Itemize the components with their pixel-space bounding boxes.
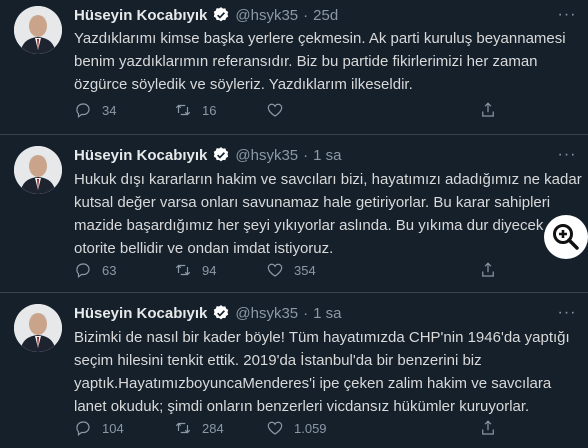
tweet[interactable]: Hüseyin Kocabıyık @hsyk35 · 25d ··· Yazd… <box>0 0 588 135</box>
tweet-text: Bizimki de nasıl bir kader böyle! Tüm ha… <box>74 326 574 418</box>
like-icon <box>267 103 283 117</box>
reply-button[interactable]: 63 <box>74 260 116 280</box>
like-icon <box>267 263 283 277</box>
avatar[interactable] <box>14 6 62 54</box>
tweet-text-line: lanet okuduk; şimdi onların benzerleri v… <box>74 398 530 415</box>
share-button[interactable] <box>479 100 497 120</box>
tweet-text-line: seçim hilesini tenkit ettik. 2019'da İst… <box>74 352 482 369</box>
avatar[interactable] <box>14 146 62 194</box>
tweet-timestamp[interactable]: 1 sa <box>313 147 341 164</box>
tweet[interactable]: Hüseyin Kocabıyık @hsyk35 · 1 sa ··· Huk… <box>0 134 588 293</box>
verified-badge-icon <box>214 7 229 22</box>
reply-count: 104 <box>102 420 124 436</box>
retweet-button[interactable]: 16 <box>174 100 216 120</box>
tweet-text-line: Hukuk dışı kararların hakim ve savcıları… <box>74 171 582 188</box>
like-button[interactable] <box>266 100 294 120</box>
author-handle[interactable]: @hsyk35 <box>235 147 298 164</box>
reply-icon <box>76 263 90 278</box>
more-options-button[interactable]: ··· <box>556 147 578 168</box>
share-icon <box>482 420 494 435</box>
retweet-count: 94 <box>202 262 217 278</box>
retweet-count: 16 <box>202 102 217 118</box>
like-count: 1.059 <box>294 420 327 436</box>
reply-button[interactable]: 104 <box>74 418 124 438</box>
retweet-count: 284 <box>202 420 224 436</box>
avatar[interactable] <box>14 304 62 352</box>
like-button[interactable]: 354 <box>266 260 316 280</box>
reply-icon <box>76 421 90 436</box>
zoom-in-icon <box>553 224 579 250</box>
tweet-timestamp[interactable]: 1 sa <box>313 305 341 322</box>
tweet-text: Hukuk dışı kararların hakim ve savcıları… <box>74 168 582 260</box>
retweet-button[interactable]: 284 <box>174 418 224 438</box>
tweet-text-line: kutsal değer varsa onları savunamaz hale… <box>74 194 551 211</box>
tweet-text-line: benim yazdıklarımın referansıdır. Biz bu… <box>74 53 538 70</box>
retweet-button[interactable]: 94 <box>174 260 216 280</box>
reply-icon <box>76 103 90 118</box>
tweet[interactable]: Hüseyin Kocabıyık @hsyk35 · 1 sa ··· Biz… <box>0 292 588 448</box>
tweet-text: Yazdıklarımı kimse başka yerlere çekmesi… <box>74 27 574 96</box>
author-name[interactable]: Hüseyin Kocabıyık <box>74 7 207 24</box>
zoom-button[interactable] <box>544 215 588 259</box>
separator-dot: · <box>303 6 309 24</box>
author-handle[interactable]: @hsyk35 <box>235 7 298 24</box>
like-count: 354 <box>294 262 316 278</box>
like-icon <box>267 421 283 435</box>
tweet-timestamp[interactable]: 25d <box>313 7 338 24</box>
retweet-icon <box>175 264 191 276</box>
share-button[interactable] <box>479 260 497 280</box>
tweet-actions: 63 94 354 <box>74 260 514 280</box>
more-options-button[interactable]: ··· <box>556 305 578 326</box>
author-name[interactable]: Hüseyin Kocabıyık <box>74 305 207 322</box>
author-name[interactable]: Hüseyin Kocabıyık <box>74 147 207 164</box>
tweet-text-line: yaptık.HayatımızboyuncaMenderes'i ipe çe… <box>74 375 552 392</box>
tweet-text-line: özgürce söyledik ve söyleriz. Yazdıkları… <box>74 76 413 93</box>
reply-count: 34 <box>102 102 117 118</box>
tweet-text-line: otorite bellidir ve ondan imdat istiyoru… <box>74 240 334 257</box>
more-options-button[interactable]: ··· <box>556 7 578 28</box>
tweet-actions: 34 16 <box>74 100 514 120</box>
author-handle[interactable]: @hsyk35 <box>235 305 298 322</box>
share-icon <box>482 102 494 117</box>
like-button[interactable]: 1.059 <box>266 418 327 438</box>
tweet-text-line: Bizimki de nasıl bir kader böyle! Tüm ha… <box>74 329 570 346</box>
verified-badge-icon <box>214 305 229 320</box>
retweet-icon <box>175 104 191 116</box>
separator-dot: · <box>303 304 309 322</box>
tweet-text-line: mazide başardığımız her şeyi yıkıyorlar … <box>74 217 544 234</box>
tweet-text-line: Yazdıklarımı kimse başka yerlere çekmesi… <box>74 30 566 47</box>
retweet-icon <box>175 422 191 434</box>
separator-dot: · <box>303 146 309 164</box>
tweet-actions: 104 284 1.059 <box>74 418 514 438</box>
verified-badge-icon <box>214 147 229 162</box>
share-button[interactable] <box>479 418 497 438</box>
reply-button[interactable]: 34 <box>74 100 116 120</box>
reply-count: 63 <box>102 262 117 278</box>
share-icon <box>482 262 494 277</box>
